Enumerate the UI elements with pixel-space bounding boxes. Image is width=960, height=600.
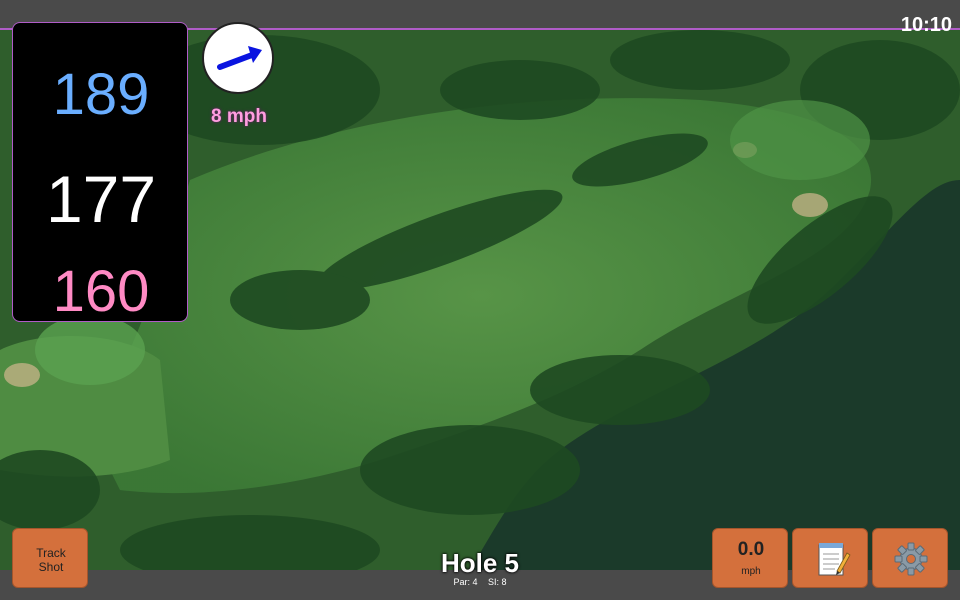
middle-distance: 177 xyxy=(45,162,157,236)
wind-direction-arrow-icon xyxy=(217,46,262,70)
track-shot-label-line2: Shot xyxy=(38,560,64,574)
distance-panel: 189 177 160 xyxy=(12,22,188,324)
back-distance: 189 xyxy=(52,62,150,127)
hole-title: Hole 5 xyxy=(440,548,520,578)
hole-info: Par: 4 SI: 8 xyxy=(380,577,580,588)
front-distance: 160 xyxy=(52,259,150,324)
track-shot-button[interactable]: Track Shot xyxy=(12,528,88,588)
track-shot-label-line1: Track xyxy=(36,546,66,560)
speed-button[interactable]: 0.0 mph xyxy=(712,528,788,588)
clock: 10:10 xyxy=(900,14,952,36)
wind-indicator xyxy=(202,22,274,94)
notes-button[interactable] xyxy=(792,528,868,588)
settings-button[interactable] xyxy=(872,528,948,588)
hole-par: Par: 4 xyxy=(453,577,478,587)
speed-unit: mph xyxy=(741,566,761,577)
notepad-icon xyxy=(818,543,851,576)
wind-speed: 8 mph xyxy=(211,106,267,127)
gear-icon xyxy=(894,542,928,576)
hole-stroke-index: SI: 8 xyxy=(488,577,507,587)
speed-value: 0.0 xyxy=(737,539,765,560)
